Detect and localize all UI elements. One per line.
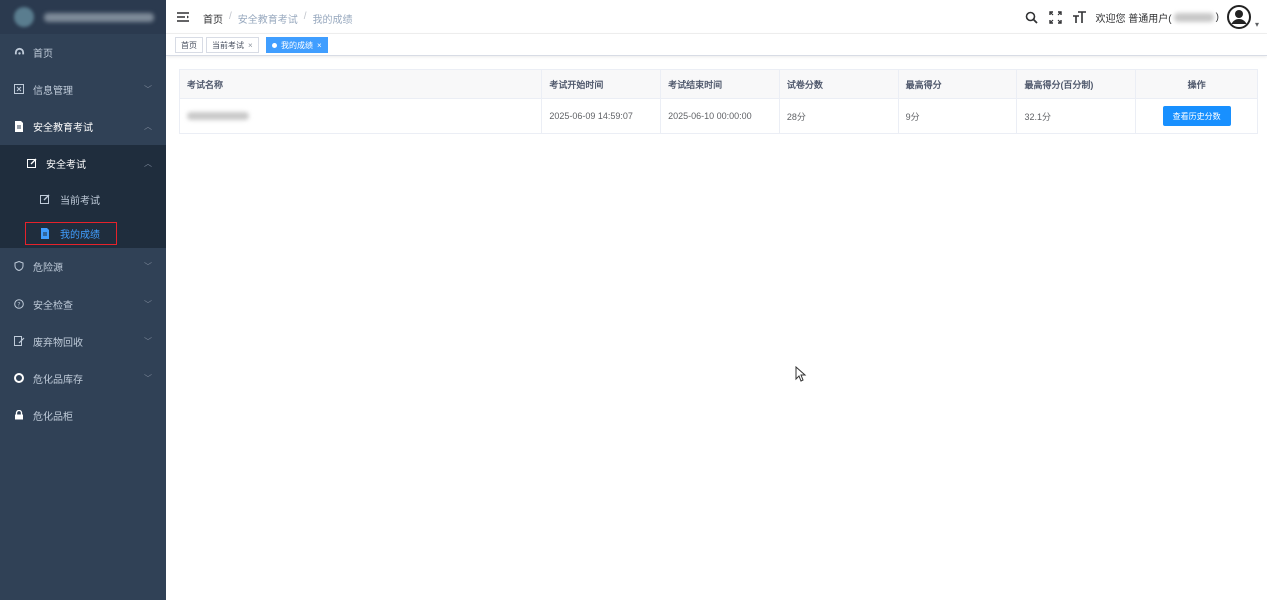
logo-text-blurred [44,12,154,22]
info-icon [13,83,25,95]
username-blurred [1173,12,1214,22]
sidebar-item-chemical-inventory[interactable]: 危化品库存 ﹀ [0,360,166,396]
sidebar-item-label: 首页 [33,48,53,60]
column-header-end-time: 考试结束时间 [661,70,780,98]
table-header-row: 考试名称 考试开始时间 考试结束时间 试卷分数 最高得分 最高得分(百分制) 操… [180,70,1257,99]
cell-action: 查看历史分数 [1136,99,1257,133]
sidebar-item-label: 安全教育考试 [33,122,93,134]
lock-icon [13,409,25,421]
sidebar-item-waste-recycling[interactable]: 废弃物回收 ﹀ [0,323,166,359]
column-header-paper-score: 试卷分数 [780,70,899,98]
search-icon[interactable] [1024,9,1040,25]
hamburger-icon[interactable] [177,11,189,23]
edit-icon [39,193,51,205]
welcome-suffix: ) [1215,11,1219,23]
sidebar-item-label: 安全检查 [33,300,73,312]
font-size-icon[interactable] [1072,9,1088,25]
exam-name-blurred [187,112,249,120]
active-dot-icon [272,42,277,48]
chevron-up-icon: ︿ [144,121,152,131]
edit-icon [26,157,38,169]
sidebar-item-label: 危化品柜 [33,411,73,423]
cell-start-time: 2025-06-09 14:59:07 [542,99,662,133]
close-icon[interactable]: × [248,41,253,50]
cell-end-time: 2025-06-10 00:00:00 [661,99,780,133]
caret-down-icon[interactable]: ▾ [1255,20,1259,29]
sidebar-item-label: 安全考试 [46,159,86,171]
chevron-down-icon: ﹀ [144,336,152,346]
tag-label: 首页 [181,40,197,50]
breadcrumb-my-scores: 我的成绩 [312,15,353,26]
breadcrumb-separator: / [303,11,307,22]
cell-max-percent: 32.1分 [1017,99,1137,133]
breadcrumb: 首页 / 安全教育考试 / 我的成绩 [203,11,353,26]
tag-home[interactable]: 首页 [175,37,203,53]
scores-table: 考试名称 考试开始时间 考试结束时间 试卷分数 最高得分 最高得分(百分制) 操… [179,69,1258,134]
cell-max-score: 9分 [899,99,1018,133]
app-logo[interactable] [0,0,166,34]
sidebar-item-label: 危化品库存 [33,374,83,386]
highlight-box [25,222,117,245]
breadcrumb-safety-education-exam[interactable]: 安全教育考试 [238,11,298,26]
chevron-down-icon: ﹀ [144,261,152,271]
top-navbar: 首页 / 安全教育考试 / 我的成绩 欢迎您 普通用户( ) ▾ [166,0,1267,34]
tag-current-exam[interactable]: 当前考试 × [206,37,259,53]
user-avatar-icon[interactable] [1226,5,1251,29]
table-body: 2025-06-09 14:59:07 2025-06-10 00:00:00 … [180,99,1257,133]
lifebuoy-icon [13,372,25,384]
fullscreen-icon[interactable] [1048,9,1064,25]
column-header-max-score: 最高得分 [899,70,1018,98]
column-header-max-percent: 最高得分(百分制) [1017,70,1137,98]
table-header: 考试名称 考试开始时间 考试结束时间 试卷分数 最高得分 最高得分(百分制) 操… [180,70,1257,99]
tag-label: 我的成绩 [281,40,313,50]
sidebar-item-hazard-source[interactable]: 危险源 ﹀ [0,248,166,284]
mouse-cursor-icon [795,365,807,382]
sidebar-item-safety-education-exam[interactable]: 安全教育考试 ︿ [0,108,166,144]
shield-icon [13,260,25,272]
welcome-prefix: 欢迎您 普通用户( [1095,13,1172,25]
chevron-down-icon: ﹀ [144,299,152,309]
chevron-down-icon: ﹀ [144,84,152,94]
breadcrumb-separator: / [229,11,232,22]
column-header-start-time: 考试开始时间 [542,70,662,98]
sidebar-item-info-management[interactable]: 信息管理 ﹀ [0,71,166,107]
view-history-scores-button[interactable]: 查看历史分数 [1162,106,1231,126]
column-header-action: 操作 [1187,79,1206,90]
chevron-up-icon: ︿ [144,158,152,168]
tag-label: 当前考试 [212,40,244,50]
sidebar-item-current-exam[interactable]: 当前考试 [0,181,166,217]
sidebar-item-label: 信息管理 [33,85,73,97]
sidebar-item-label: 当前考试 [60,195,100,207]
sidebar-item-home[interactable]: 首页 [0,34,166,70]
breadcrumb-home[interactable]: 首页 [203,11,223,26]
right-menu: 欢迎您 普通用户( ) ▾ [1024,0,1267,34]
cell-paper-score: 28分 [780,99,899,133]
sidebar-item-safety-exam[interactable]: 安全考试 ︿ [0,145,166,181]
column-header-exam-name: 考试名称 [180,70,543,98]
question-icon: ? [13,298,25,310]
table-row: 2025-06-09 14:59:07 2025-06-10 00:00:00 … [180,99,1257,133]
dashboard-icon [13,46,25,58]
sidebar-item-safety-inspection[interactable]: ? 安全检查 ﹀ [0,286,166,322]
tag-my-scores[interactable]: 我的成绩 × [266,37,328,53]
logo-icon [14,7,34,27]
chevron-down-icon: ﹀ [144,373,152,383]
cell-exam-name [180,99,543,133]
tags-view: 首页 当前考试 × 我的成绩 × [166,34,1267,56]
recycle-icon [13,335,25,347]
sidebar: 首页 信息管理 ﹀ 安全教育考试 ︿ 安全考试 ︿ 当前考试 我的成绩 危险源 … [0,0,166,600]
close-icon[interactable]: × [317,41,322,50]
sidebar-item-label: 危险源 [33,262,63,274]
welcome-text: 欢迎您 普通用户( ) [1096,10,1219,25]
document-icon [13,120,25,132]
sidebar-item-chemical-cabinet[interactable]: 危化品柜 [0,397,166,433]
svg-text:?: ? [17,302,20,309]
sidebar-item-label: 废弃物回收 [33,337,83,349]
